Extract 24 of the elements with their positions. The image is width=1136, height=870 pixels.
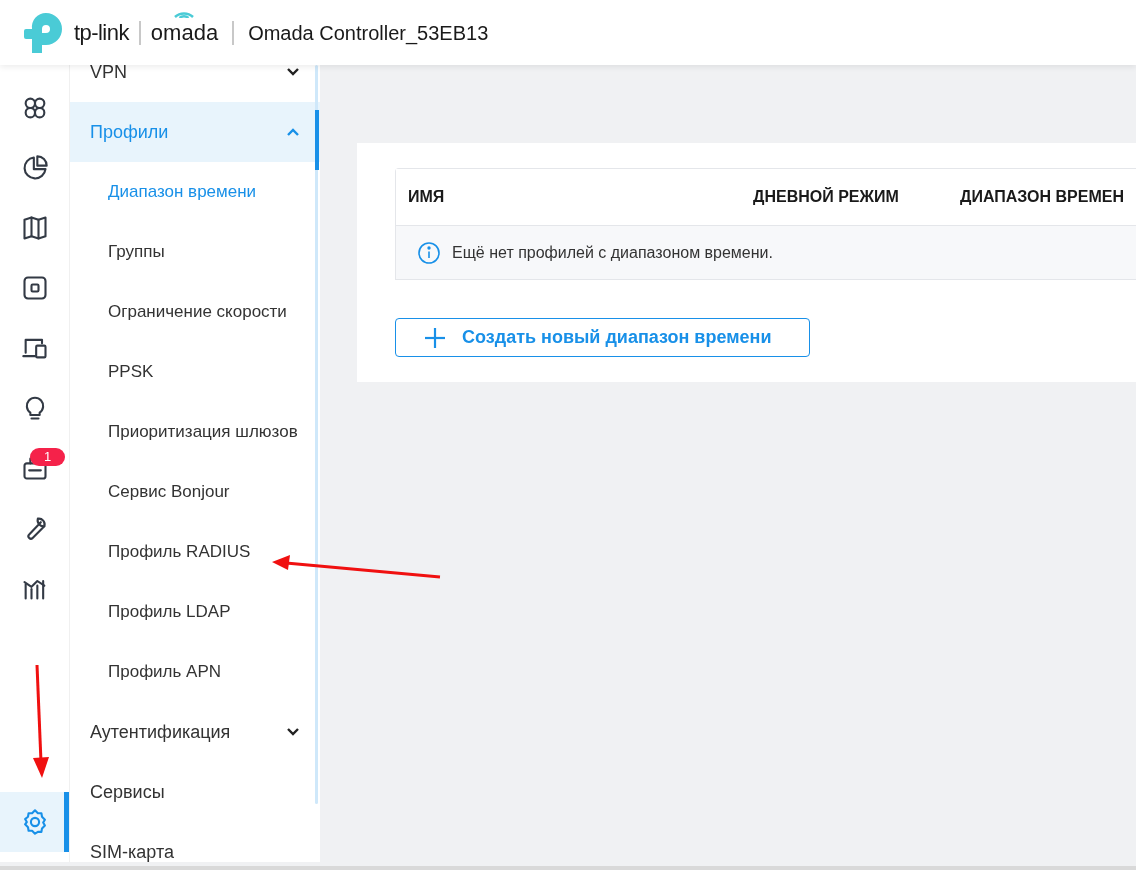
info-icon xyxy=(417,240,441,265)
brand-name: tp-link xyxy=(74,19,129,47)
chevron-icon xyxy=(286,727,300,737)
column-header: ДИАПАЗОН ВРЕМЕН xyxy=(960,187,1124,207)
column-header: ИМЯ xyxy=(408,187,445,207)
submenu-item[interactable]: Диапазон времени xyxy=(70,162,320,222)
submenu-item[interactable]: Профиль LDAP xyxy=(70,582,320,642)
submenu-item[interactable]: Ограничение скорости xyxy=(70,282,320,342)
plus-icon xyxy=(424,326,446,349)
controller-title: Omada Controller_53EB13 xyxy=(248,20,489,47)
notification-badge: 1 xyxy=(30,448,66,466)
empty-message: Ещё нет профилей с диапазоном времени. xyxy=(452,242,773,263)
submenu-item[interactable]: Приоритизация шлюзов xyxy=(70,402,320,462)
submenu-item[interactable]: Сервис Bonjour xyxy=(70,462,320,522)
submenu-item[interactable]: Группы xyxy=(70,222,320,282)
column-header: ДНЕВНОЙ РЕЖИМ xyxy=(753,186,899,207)
submenu-item[interactable]: Профиль APN xyxy=(70,642,320,702)
product-name: omada xyxy=(150,19,219,47)
map-icon xyxy=(20,214,49,242)
submenu-item[interactable]: Профиль RADIUS xyxy=(70,522,320,582)
chevron-icon xyxy=(286,67,300,77)
chevron-icon xyxy=(286,127,300,137)
submenu-item[interactable]: PPSK xyxy=(70,342,320,402)
device-icon xyxy=(20,274,49,302)
